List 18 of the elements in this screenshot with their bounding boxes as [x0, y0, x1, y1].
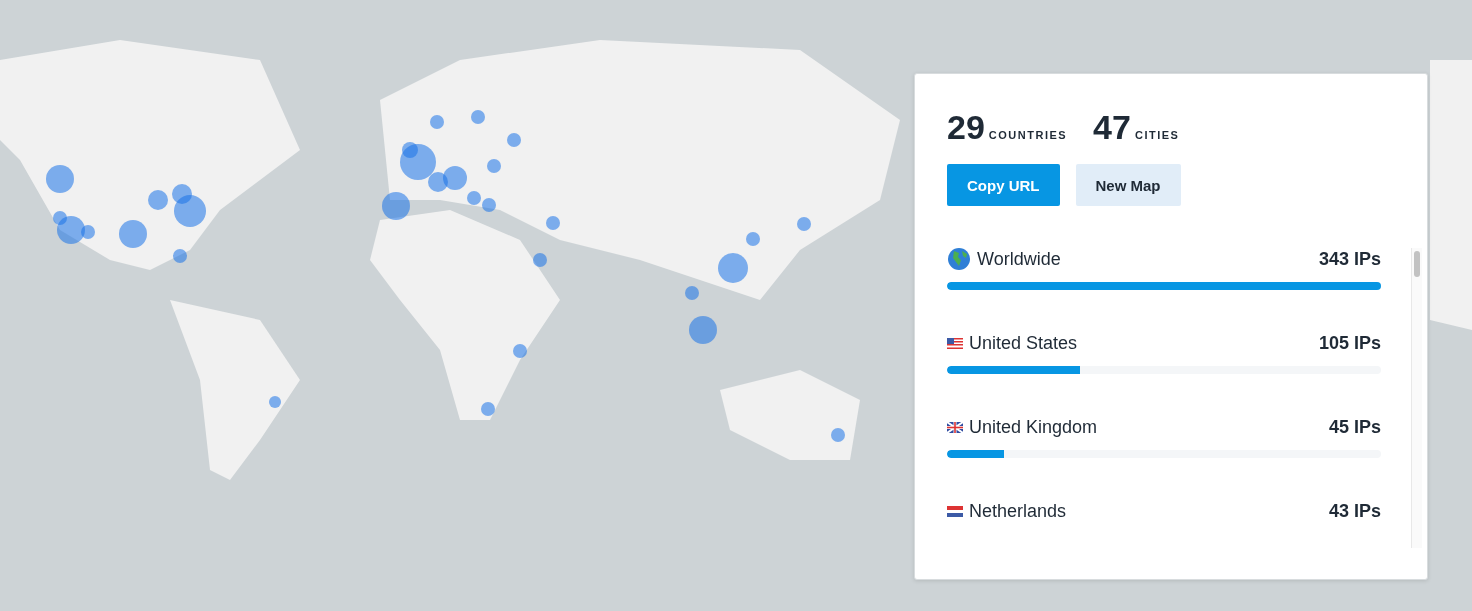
ip-count: 343 IPs [1318, 248, 1381, 270]
stat-label: COUNTRIES [988, 129, 1068, 141]
ip-count: 45 IPs [1328, 416, 1381, 438]
location-name: United States [969, 332, 1078, 354]
ip-count: 105 IPs [1318, 332, 1381, 354]
flag-icon [947, 421, 963, 433]
flag-icon [947, 337, 963, 349]
ip-count: 43 IPs [1328, 500, 1381, 522]
stat-label: CITIES [1134, 129, 1180, 141]
stat-value: 29 [947, 107, 985, 147]
globe-icon [947, 247, 971, 271]
location-name: United Kingdom [969, 416, 1098, 438]
scrollbar-thumb[interactable] [1414, 251, 1420, 277]
stat-value: 47 [1093, 107, 1131, 147]
flag-icon [947, 505, 963, 517]
location-name: Netherlands [969, 500, 1067, 522]
new-map-button[interactable]: New Map [1075, 164, 1181, 206]
location-name: Worldwide [977, 248, 1061, 270]
